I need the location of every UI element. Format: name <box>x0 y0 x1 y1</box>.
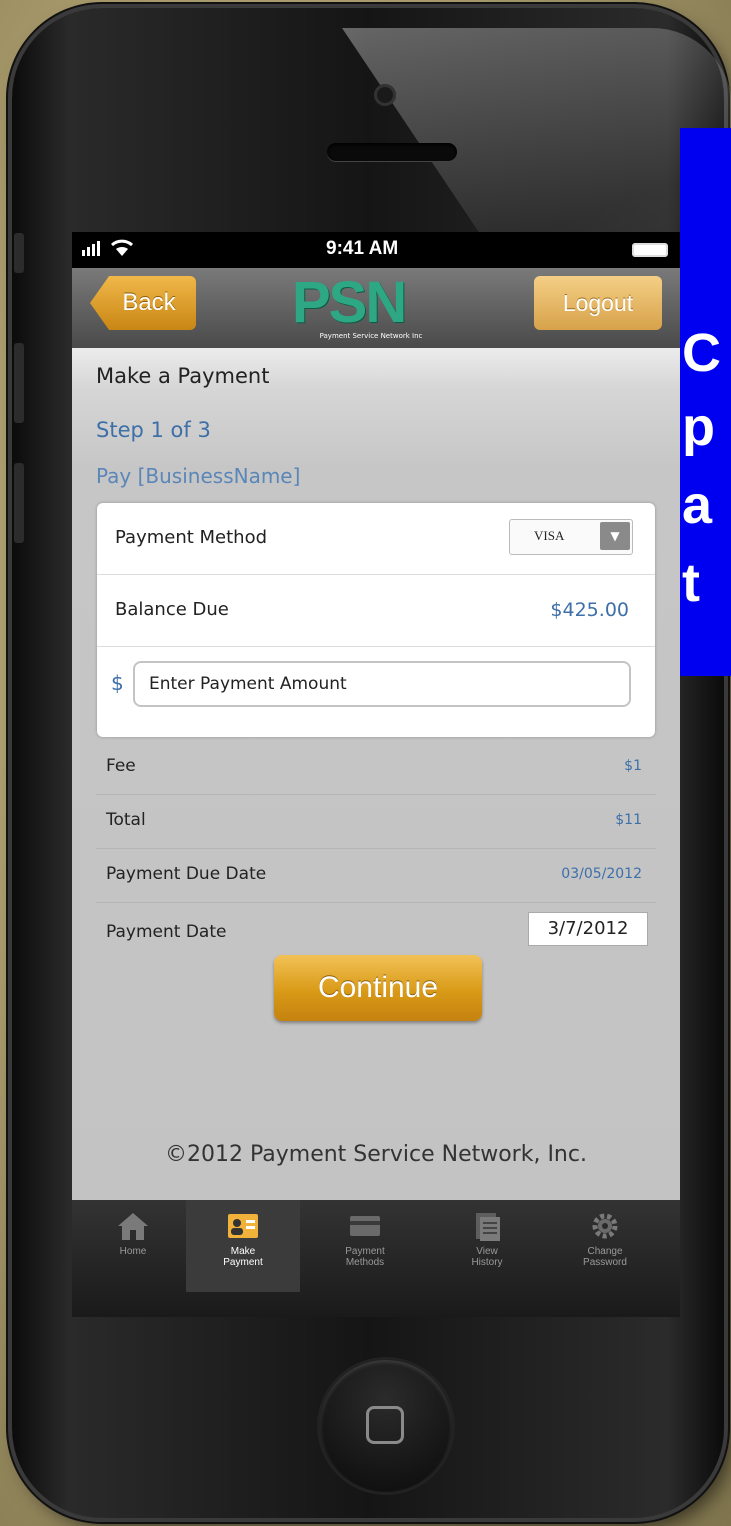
due-date-value: 03/05/2012 <box>561 866 642 882</box>
due-date-row: Payment Due Date 03/05/2012 <box>96 848 656 903</box>
nav-bar: Back PSN Payment Service Network Inc Log… <box>72 268 680 349</box>
tab-change-password-label: Change Password <box>583 1246 627 1268</box>
logo-tagline: Payment Service Network Inc <box>319 332 423 340</box>
balance-row: Balance Due $425.00 <box>97 575 655 647</box>
payment-method-row: Payment Method VISA ▼ <box>97 503 655 575</box>
total-row: Total $11 <box>96 794 656 849</box>
payment-date-field[interactable]: 3/7/2012 <box>528 912 648 946</box>
currency-symbol: $ <box>111 671 124 695</box>
home-button[interactable] <box>320 1360 452 1492</box>
total-label: Total <box>106 810 146 830</box>
payment-method-value: VISA <box>534 528 565 543</box>
mute-switch <box>14 233 24 273</box>
overlay-letter-1: C <box>682 323 721 383</box>
fee-value: $1 <box>624 758 642 774</box>
tab-payment-methods-label: Payment Methods <box>345 1246 385 1268</box>
psn-logo: PSN Payment Service Network Inc <box>286 272 456 342</box>
tab-change-password[interactable]: Change Password <box>548 1200 662 1292</box>
tab-home[interactable]: Home <box>76 1200 190 1292</box>
tab-home-label: Home <box>119 1246 147 1257</box>
tab-make-payment[interactable]: Make Payment <box>186 1200 300 1292</box>
payment-icon <box>228 1214 258 1238</box>
page-title: Make a Payment <box>96 364 270 388</box>
signal-icon <box>82 239 133 256</box>
balance-label: Balance Due <box>115 599 229 620</box>
continue-button[interactable]: Continue <box>274 955 482 1021</box>
payment-date-row: Payment Date 3/7/2012 <box>96 902 656 956</box>
payment-form-area: Make a Payment Step 1 of 3 Pay [Business… <box>72 348 680 1200</box>
earpiece-speaker <box>327 143 457 161</box>
volume-up-button <box>14 343 24 423</box>
home-icon <box>118 1213 148 1240</box>
back-button[interactable]: Back <box>90 276 196 330</box>
battery-icon <box>632 243 668 257</box>
volume-down-button <box>14 463 24 543</box>
front-camera <box>374 84 396 106</box>
tab-view-history[interactable]: View History <box>430 1200 544 1292</box>
tab-make-payment-label: Make Payment <box>223 1246 263 1268</box>
overlay-letter-4: t <box>682 553 700 613</box>
tab-view-history-label: View History <box>471 1246 503 1268</box>
overlay-letter-2: p <box>682 397 715 457</box>
home-button-icon <box>366 1406 404 1444</box>
status-time: 9:41 AM <box>326 238 399 259</box>
amount-row: $ <box>97 647 655 737</box>
tab-bar: Home Make Payment Payment Methods View H… <box>72 1200 680 1317</box>
card-icon <box>350 1216 380 1236</box>
gear-icon <box>592 1213 618 1239</box>
pay-to-label: Pay [BusinessName] <box>96 464 301 488</box>
total-value: $11 <box>615 812 642 828</box>
blue-callout-overlay: C p a t <box>680 128 731 676</box>
balance-value: $425.00 <box>550 599 629 621</box>
phone-screen: 9:41 AM Back PSN Payment Service Network… <box>72 232 680 1317</box>
signal-wifi-indicator <box>82 238 150 264</box>
payment-date-label: Payment Date <box>106 922 227 942</box>
status-bar: 9:41 AM <box>72 232 680 268</box>
payment-amount-input[interactable] <box>133 661 631 707</box>
step-indicator: Step 1 of 3 <box>96 418 211 442</box>
overlay-letter-3: a <box>682 475 713 535</box>
copyright-text: ©2012 Payment Service Network, Inc. <box>165 1142 587 1167</box>
due-date-label: Payment Due Date <box>106 864 267 884</box>
payment-card: Payment Method VISA ▼ Balance Due $425.0… <box>97 503 655 737</box>
payment-method-label: Payment Method <box>115 527 268 548</box>
logout-button[interactable]: Logout <box>534 276 662 330</box>
logo-letters: PSN <box>292 270 407 335</box>
payment-method-select[interactable]: VISA ▼ <box>509 519 633 555</box>
history-icon <box>476 1213 500 1241</box>
fee-label: Fee <box>106 756 136 776</box>
fee-row: Fee $1 <box>96 740 656 795</box>
chevron-down-icon: ▼ <box>600 522 630 550</box>
tab-payment-methods[interactable]: Payment Methods <box>308 1200 422 1292</box>
